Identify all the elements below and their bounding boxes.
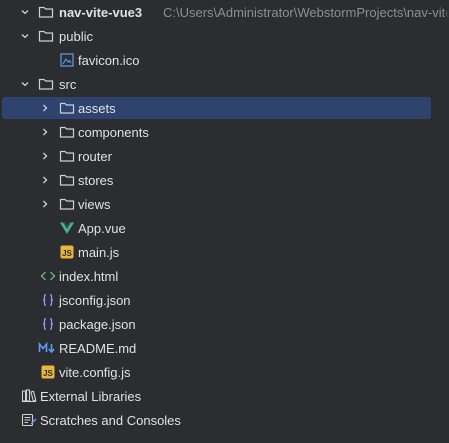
- chevron-right-icon[interactable]: [38, 96, 52, 120]
- image-file-icon: [59, 48, 75, 72]
- tree-row-assets[interactable]: assets: [0, 96, 449, 120]
- folder-label-components: components: [78, 124, 149, 140]
- svg-text:JS: JS: [62, 249, 72, 258]
- folder-icon: [38, 0, 54, 24]
- markdown-file-icon: [38, 336, 56, 360]
- tree-row-vite-config[interactable]: JS vite.config.js: [0, 360, 449, 384]
- folder-icon: [38, 72, 54, 96]
- root-folder-label: nav-vite-vue3: [59, 4, 143, 20]
- file-label-main-js: main.js: [78, 244, 120, 260]
- tree-row-app-vue[interactable]: App.vue: [0, 216, 449, 240]
- tree-row-src[interactable]: src: [0, 72, 449, 96]
- json-file-icon: [40, 288, 56, 312]
- folder-icon: [59, 96, 75, 120]
- chevron-down-icon[interactable]: [18, 0, 32, 24]
- tree-row-public[interactable]: public: [0, 24, 449, 48]
- chevron-right-icon[interactable]: [38, 120, 52, 144]
- svg-text:JS: JS: [43, 369, 53, 378]
- tree-row-readme[interactable]: README.md: [0, 336, 449, 360]
- file-label-package-json: package.json: [59, 316, 136, 332]
- folder-label-public: public: [59, 28, 93, 44]
- js-file-icon: JS: [59, 240, 75, 264]
- tree-row-root[interactable]: nav-vite-vue3 C:\Users\Administrator\Web…: [0, 0, 449, 24]
- tree-row-views[interactable]: views: [0, 192, 449, 216]
- tree-row-scratches[interactable]: Scratches and Consoles: [0, 408, 449, 432]
- file-label-app-vue: App.vue: [78, 220, 126, 236]
- scratches-label: Scratches and Consoles: [40, 412, 181, 428]
- file-label-jsconfig: jsconfig.json: [59, 292, 131, 308]
- tree-row-package-json[interactable]: package.json: [0, 312, 449, 336]
- folder-icon: [59, 168, 75, 192]
- file-label-favicon: favicon.ico: [78, 52, 140, 68]
- tree-row-favicon[interactable]: favicon.ico: [0, 48, 449, 72]
- library-icon: [21, 384, 37, 408]
- file-label-readme: README.md: [59, 340, 137, 356]
- folder-label-views: views: [78, 196, 111, 212]
- tree-row-jsconfig[interactable]: jsconfig.json: [0, 288, 449, 312]
- project-tree: nav-vite-vue3 C:\Users\Administrator\Web…: [0, 0, 449, 443]
- chevron-down-icon[interactable]: [18, 24, 32, 48]
- html-file-icon: [40, 264, 56, 288]
- folder-icon: [38, 24, 54, 48]
- chevron-right-icon[interactable]: [38, 192, 52, 216]
- folder-icon: [59, 144, 75, 168]
- vue-file-icon: [59, 216, 75, 240]
- tree-row-stores[interactable]: stores: [0, 168, 449, 192]
- tree-row-index-html[interactable]: index.html: [0, 264, 449, 288]
- scratches-icon: [21, 408, 37, 432]
- external-libraries-label: External Libraries: [40, 388, 142, 404]
- folder-label-src: src: [59, 76, 77, 92]
- folder-icon: [59, 120, 75, 144]
- file-label-index-html: index.html: [59, 268, 119, 284]
- tree-row-external-libraries[interactable]: External Libraries: [0, 384, 449, 408]
- js-file-icon: JS: [40, 360, 56, 384]
- folder-icon: [59, 192, 75, 216]
- file-label-vite-config: vite.config.js: [59, 364, 131, 380]
- tree-row-components[interactable]: components: [0, 120, 449, 144]
- json-file-icon: [40, 312, 56, 336]
- folder-label-router: router: [78, 148, 112, 164]
- row-fade: [443, 0, 449, 24]
- tree-row-router[interactable]: router: [0, 144, 449, 168]
- folder-label-assets: assets: [78, 100, 116, 116]
- chevron-down-icon[interactable]: [18, 72, 32, 96]
- root-path: C:\Users\Administrator\WebstormProjects\…: [163, 4, 449, 20]
- tree-row-main-js[interactable]: JS main.js: [0, 240, 449, 264]
- chevron-right-icon[interactable]: [38, 168, 52, 192]
- chevron-right-icon[interactable]: [38, 144, 52, 168]
- folder-label-stores: stores: [78, 172, 114, 188]
